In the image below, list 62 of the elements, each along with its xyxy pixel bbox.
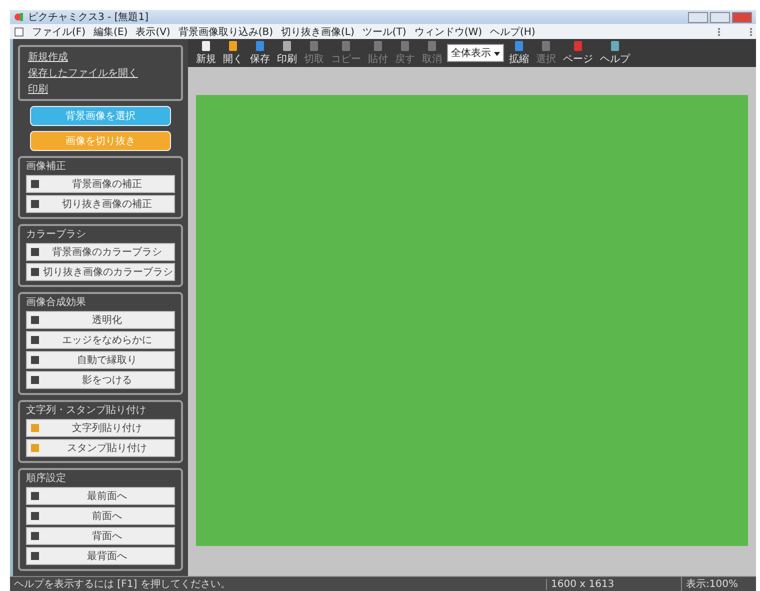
menu-item[interactable]: ツール(T) [362,24,406,38]
tool-button[interactable]: 自動で縁取り [26,351,175,369]
minimize-button[interactable] [688,12,708,22]
toolbar-icon [308,40,320,52]
group-title: カラーブラシ [26,228,87,241]
group-title: 文字列・スタンプ貼り付け [26,404,147,417]
toolbar-icon [426,40,438,52]
tool-button[interactable]: スタンプ貼り付け [26,439,175,457]
toolbar-button[interactable]: 拡縮 [507,40,532,66]
toolbar-icon [399,40,411,52]
toolbar-button[interactable]: 新規 [194,40,218,66]
tool-button[interactable]: 背景画像の補正 [26,175,175,193]
zoom-dropdown[interactable]: 全体表示 [447,44,504,62]
menu-item[interactable]: 切り抜き画像(L) [281,24,354,38]
toolbar-button[interactable]: 保存 [248,40,272,66]
toolbar-icon [281,40,293,52]
menu-item[interactable]: ヘルプ(H) [490,24,536,38]
toolbar-button[interactable]: ヘルプ [598,40,632,66]
caret-icon [494,52,500,56]
close-button[interactable] [732,12,752,22]
group-title: 順序設定 [26,472,67,485]
menu-item[interactable]: 表示(V) [136,24,170,38]
zoom-level: 表示:100% [681,577,756,591]
toolbar-icon [513,40,526,52]
toolbar-icon [372,40,384,52]
menu-item[interactable]: 背景画像取り込み(B) [178,24,274,38]
tool-button[interactable]: 切り抜き画像のカラーブラシ [26,263,175,281]
window-title: ピクチャミクス3 - [無題1] [28,11,148,24]
tool-button[interactable]: 影をつける [26,371,175,389]
toolbar-icon [572,40,584,52]
tool-button[interactable]: 背面へ [26,527,175,545]
toolbar-button[interactable]: 印刷 [275,40,299,66]
toolbar-icon [609,40,622,52]
toolbar-icon [340,40,352,52]
menu-item[interactable]: 編集(E) [94,24,128,38]
group-title: 画像合成効果 [26,296,87,309]
toolbar-icon [540,40,552,52]
tool-button[interactable]: 最前面へ [26,487,175,505]
window-controls-icon[interactable] [718,28,752,36]
file-link[interactable]: 印刷 [28,82,173,96]
toolbar-icon [227,40,239,52]
tool-button[interactable]: 切り抜き画像の補正 [26,195,175,213]
tool-button[interactable]: 最背面へ [26,547,175,565]
toolbar-icon [254,40,266,52]
tool-button[interactable]: 背景画像のカラーブラシ [26,243,175,261]
image-size: 1600 x 1613 [546,578,621,590]
tool-button[interactable]: 透明化 [26,311,175,329]
tool-button[interactable]: 文字列貼り付け [26,419,175,437]
menu-item[interactable]: ウィンドウ(W) [414,24,482,38]
document-icon [14,26,24,36]
toolbar-icon [200,40,212,52]
toolbar-button[interactable]: 開く [221,40,245,66]
tool-button[interactable]: 前面へ [26,507,175,525]
file-link[interactable]: 新規作成 [28,50,173,64]
file-link[interactable]: 保存したファイルを開く [28,66,173,80]
app-icon [14,12,24,22]
menu-item[interactable]: ファイル(F) [32,24,86,38]
tool-button[interactable]: エッジをなめらかに [26,331,175,349]
status-message: ヘルプを表示するには [F1] を押してください。 [13,578,232,591]
maximize-button[interactable] [710,12,730,22]
toolbar-button[interactable]: ページ [561,40,596,66]
group-title: 画像補正 [26,160,67,173]
